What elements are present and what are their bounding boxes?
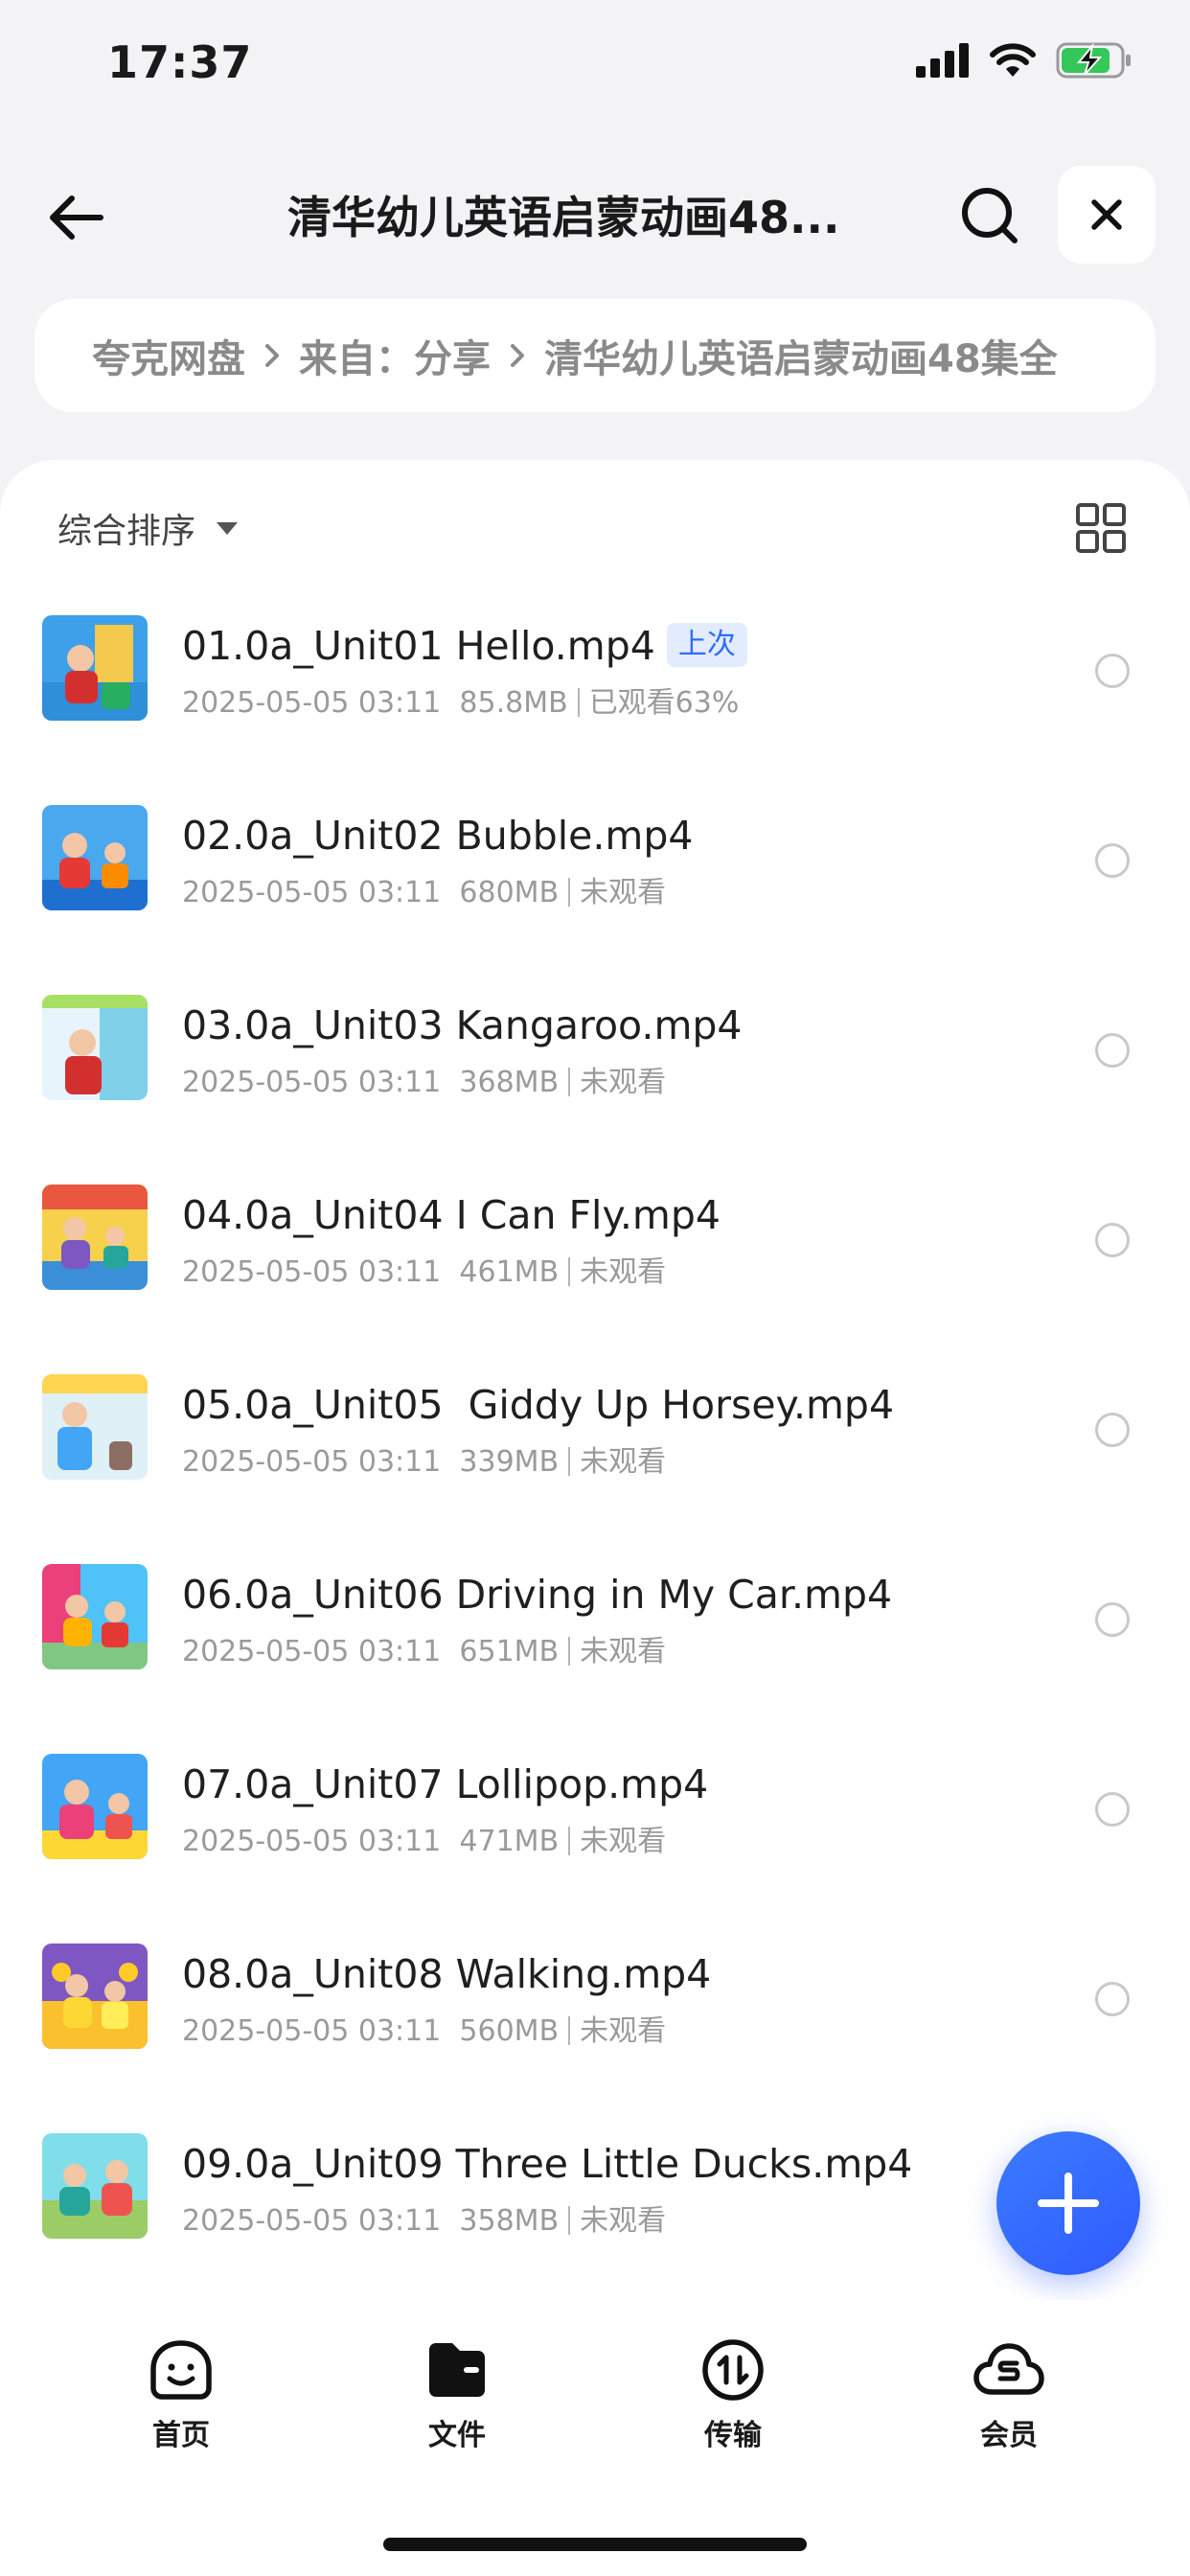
file-row[interactable]: 07.0a_Unit07 Lollipop.mp4 2025-05-05 03:…: [0, 1733, 1190, 1922]
navigation-bar: 清华幼儿英语启蒙动画48...: [0, 163, 1190, 268]
arrow-left-icon: [50, 196, 103, 240]
video-thumbnail: [42, 615, 148, 721]
divider: [568, 1447, 571, 1476]
select-radio[interactable]: [1095, 1413, 1130, 1447]
video-thumbnail: [42, 1374, 148, 1480]
tab-label: 首页: [152, 2419, 210, 2452]
select-radio[interactable]: [1095, 1792, 1130, 1827]
breadcrumb: 夸克网盘 来自：分享 清华幼儿英语启蒙动画48集全: [34, 299, 1156, 412]
chevron-right-icon: [510, 343, 525, 368]
select-radio[interactable]: [1095, 1982, 1130, 2016]
file-meta: 2025-05-05 03:11 651MB 未观看: [182, 1635, 667, 1668]
battery-charging-icon: [1056, 42, 1131, 79]
file-name: 02.0a_Unit02 Bubble.mp4: [182, 813, 694, 859]
video-thumbnail: [42, 1944, 148, 2049]
smile-face-icon: [150, 2340, 212, 2400]
file-row[interactable]: 05.0a_Unit05 Giddy Up Horsey.mp4 2025-05…: [0, 1353, 1190, 1543]
divider: [568, 1257, 571, 1286]
tab-label: 传输: [704, 2419, 762, 2452]
video-thumbnail: [42, 995, 148, 1100]
file-name: 01.0a_Unit01 Hello.mp4 上次: [182, 617, 747, 675]
tab-files[interactable]: 文件: [361, 2338, 553, 2453]
sort-dropdown[interactable]: 综合排序: [57, 503, 239, 553]
status-icons: [916, 42, 1133, 79]
video-thumbnail: [42, 805, 148, 910]
last-watched-badge: 上次: [666, 623, 747, 667]
page-title: 清华幼儿英语启蒙动画48...: [287, 192, 840, 243]
close-button[interactable]: [1058, 166, 1156, 264]
file-row[interactable]: 03.0a_Unit03 Kangaroo.mp4 2025-05-05 03:…: [0, 974, 1190, 1163]
divider: [568, 878, 571, 907]
search-button[interactable]: [953, 179, 1026, 252]
select-radio[interactable]: [1095, 1033, 1130, 1068]
select-radio[interactable]: [1095, 1223, 1130, 1257]
file-meta: 2025-05-05 03:11 461MB 未观看: [182, 1255, 667, 1289]
video-thumbnail: [42, 2133, 148, 2239]
breadcrumb-item-current: 清华幼儿英语启蒙动画48集全: [544, 337, 1058, 381]
file-name: 08.0a_Unit08 Walking.mp4: [182, 1951, 712, 1997]
search-icon: [962, 188, 1018, 243]
file-name: 05.0a_Unit05 Giddy Up Horsey.mp4: [182, 1382, 895, 1428]
transfer-icon: [702, 2339, 764, 2401]
breadcrumb-item-root[interactable]: 夸克网盘: [92, 328, 245, 383]
grid-view-icon[interactable]: [1075, 502, 1127, 554]
bottom-tab-bar: 首页 文件 传输 会员: [0, 2300, 1190, 2492]
file-name: 07.0a_Unit07 Lollipop.mp4: [182, 1761, 709, 1807]
file-meta: 2025-05-05 03:11 339MB 未观看: [182, 1445, 667, 1479]
file-name: 04.0a_Unit04 I Can Fly.mp4: [182, 1192, 721, 1238]
plus-icon: [1038, 2173, 1099, 2234]
divider: [568, 2206, 571, 2235]
tab-home[interactable]: 首页: [85, 2338, 277, 2453]
divider: [568, 1068, 571, 1096]
breadcrumb-item-share[interactable]: 来自：分享: [299, 328, 491, 383]
file-meta: 2025-05-05 03:11 560MB 未观看: [182, 2014, 667, 2048]
add-button[interactable]: [996, 2131, 1140, 2275]
divider: [568, 1637, 571, 1666]
tab-label: 文件: [428, 2419, 486, 2452]
file-row[interactable]: 06.0a_Unit06 Driving in My Car.mp4 2025-…: [0, 1543, 1190, 1733]
chevron-right-icon: [264, 343, 280, 368]
back-button[interactable]: [42, 184, 109, 251]
caret-down-icon: [217, 521, 239, 535]
file-name: 06.0a_Unit06 Driving in My Car.mp4: [182, 1572, 893, 1618]
file-list: 01.0a_Unit01 Hello.mp4 上次 2025-05-05 03:1…: [0, 594, 1190, 2302]
tab-transfer[interactable]: 传输: [637, 2338, 829, 2453]
file-row[interactable]: 01.0a_Unit01 Hello.mp4 上次 2025-05-05 03:1…: [0, 594, 1190, 784]
file-panel: 综合排序 01.0a_Unit01 Hello.mp4 上次 2025-05-05…: [0, 460, 1190, 2576]
video-thumbnail: [42, 1564, 148, 1669]
status-bar: 17:37: [0, 0, 1190, 134]
status-time: 17:37: [107, 36, 253, 88]
divider: [577, 688, 580, 717]
divider: [568, 2016, 571, 2045]
tab-membership[interactable]: 会员: [913, 2338, 1105, 2453]
file-meta: 2025-05-05 03:11 471MB 未观看: [182, 1825, 667, 1858]
select-radio[interactable]: [1095, 654, 1130, 688]
tab-label: 会员: [980, 2419, 1038, 2452]
folder-icon: [429, 2343, 485, 2397]
wifi-icon: [990, 43, 1036, 77]
sort-label: 综合排序: [57, 512, 196, 551]
file-meta: 2025-05-05 03:11 358MB 未观看: [182, 2204, 667, 2238]
cloud-s-icon: [973, 2343, 1044, 2395]
file-meta: 2025-05-05 03:11 368MB 未观看: [182, 1066, 667, 1099]
file-row[interactable]: 04.0a_Unit04 I Can Fly.mp4 2025-05-05 03…: [0, 1163, 1190, 1353]
divider: [568, 1827, 571, 1855]
video-thumbnail: [42, 1184, 148, 1290]
file-row[interactable]: 08.0a_Unit08 Walking.mp4 2025-05-05 03:1…: [0, 1922, 1190, 2112]
file-name: 09.0a_Unit09 Three Little Ducks.mp4: [182, 2141, 913, 2187]
close-icon: [1091, 199, 1122, 230]
home-indicator: [383, 2538, 807, 2551]
select-radio[interactable]: [1095, 843, 1130, 878]
select-radio[interactable]: [1095, 1602, 1130, 1637]
file-meta: 2025-05-05 03:11 680MB 未观看: [182, 876, 667, 909]
cellular-signal-icon: [916, 43, 969, 78]
video-thumbnail: [42, 1754, 148, 1859]
file-name: 03.0a_Unit03 Kangaroo.mp4: [182, 1002, 743, 1048]
file-meta: 2025-05-05 03:11 85.8MB 已观看63%: [182, 686, 740, 720]
file-row[interactable]: 02.0a_Unit02 Bubble.mp4 2025-05-05 03:11…: [0, 784, 1190, 974]
